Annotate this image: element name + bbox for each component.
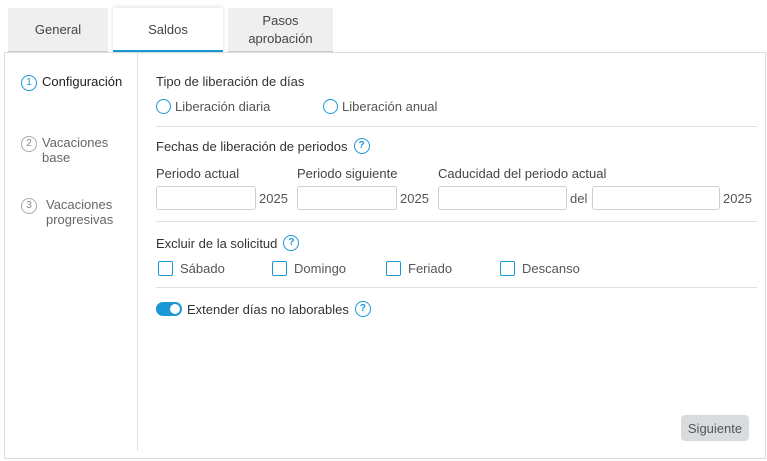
divider xyxy=(156,126,757,127)
checkbox-sabado[interactable]: Sábado xyxy=(158,261,225,276)
tab-saldos[interactable]: Saldos xyxy=(113,8,223,52)
next-period-input[interactable] xyxy=(297,186,397,210)
checkbox-label: Descanso xyxy=(522,261,580,276)
checkbox-domingo[interactable]: Domingo xyxy=(272,261,346,276)
current-period-year: 2025 xyxy=(259,191,288,206)
expiry-input-2[interactable] xyxy=(592,186,720,210)
checkbox-box[interactable] xyxy=(272,261,287,276)
radio-circle[interactable] xyxy=(156,99,171,114)
tab-pasos-aprobacion[interactable]: Pasos aprobación xyxy=(228,8,333,53)
checkbox-feriado[interactable]: Feriado xyxy=(386,261,452,276)
checkbox-box[interactable] xyxy=(158,261,173,276)
next-period-year: 2025 xyxy=(400,191,429,206)
next-button[interactable]: Siguiente xyxy=(681,415,749,441)
steps-sidebar: 1 Configuración 2 Vacaciones base 3 Vaca… xyxy=(5,53,138,451)
expiry-year: 2025 xyxy=(723,191,752,206)
step-vacaciones-base[interactable]: 2 Vacaciones base xyxy=(21,135,112,165)
extend-nonworking-row: Extender días no laborables ? xyxy=(156,301,371,317)
radio-circle[interactable] xyxy=(323,99,338,114)
step-vacaciones-progresivas[interactable]: 3 Vacaciones progresivas xyxy=(21,197,124,227)
checkbox-label: Sábado xyxy=(180,261,225,276)
checkbox-box[interactable] xyxy=(386,261,401,276)
tab-general-label: General xyxy=(34,22,82,37)
radio-label: Liberación anual xyxy=(342,99,438,114)
tab-saldos-label: Saldos xyxy=(148,22,188,37)
step-number-2: 2 xyxy=(21,136,37,152)
settings-panel: 1 Configuración 2 Vacaciones base 3 Vaca… xyxy=(4,52,766,459)
checkbox-label: Domingo xyxy=(294,261,347,276)
step-number-1: 1 xyxy=(21,75,37,91)
radio-liberacion-diaria[interactable]: Liberación diaria xyxy=(156,99,270,114)
periods-title-text: Fechas de liberación de periodos xyxy=(156,138,348,154)
expiry-input[interactable] xyxy=(438,186,567,210)
exclude-title-text: Excluir de la solicitud xyxy=(156,235,278,251)
radio-liberacion-anual[interactable]: Liberación anual xyxy=(323,99,437,114)
periods-title: Fechas de liberación de periodos ? xyxy=(156,138,370,154)
release-type-title-text: Tipo de liberación de días xyxy=(156,74,305,89)
help-icon[interactable]: ? xyxy=(353,138,370,154)
step-label: Vacaciones base xyxy=(42,135,109,165)
exclude-title: Excluir de la solicitud ? xyxy=(156,235,300,251)
extend-toggle[interactable] xyxy=(156,302,182,316)
tab-pasos-aprobacion-label: Pasos aprobación xyxy=(248,13,313,46)
checkbox-box[interactable] xyxy=(500,261,515,276)
step-number-3: 3 xyxy=(21,198,37,214)
step-label: Configuración xyxy=(42,74,123,89)
expiry-del-text: del xyxy=(570,191,588,206)
expiry-label: Caducidad del periodo actual xyxy=(438,166,607,181)
divider xyxy=(156,221,757,222)
next-period-label: Periodo siguiente xyxy=(297,166,398,181)
current-period-label: Periodo actual xyxy=(156,166,240,181)
step-configuracion[interactable]: 1 Configuración xyxy=(21,74,122,91)
radio-label: Liberación diaria xyxy=(175,99,271,114)
current-period-input[interactable] xyxy=(156,186,256,210)
extend-label: Extender días no laborables xyxy=(187,301,349,317)
help-icon[interactable]: ? xyxy=(283,235,300,251)
divider xyxy=(156,287,757,288)
step-label: Vacaciones progresivas xyxy=(46,197,114,227)
help-icon[interactable]: ? xyxy=(354,301,371,317)
tab-general[interactable]: General xyxy=(8,8,108,53)
release-type-title: Tipo de liberación de días xyxy=(156,74,304,89)
checkbox-descanso[interactable]: Descanso xyxy=(500,261,580,276)
checkbox-label: Feriado xyxy=(408,261,453,276)
